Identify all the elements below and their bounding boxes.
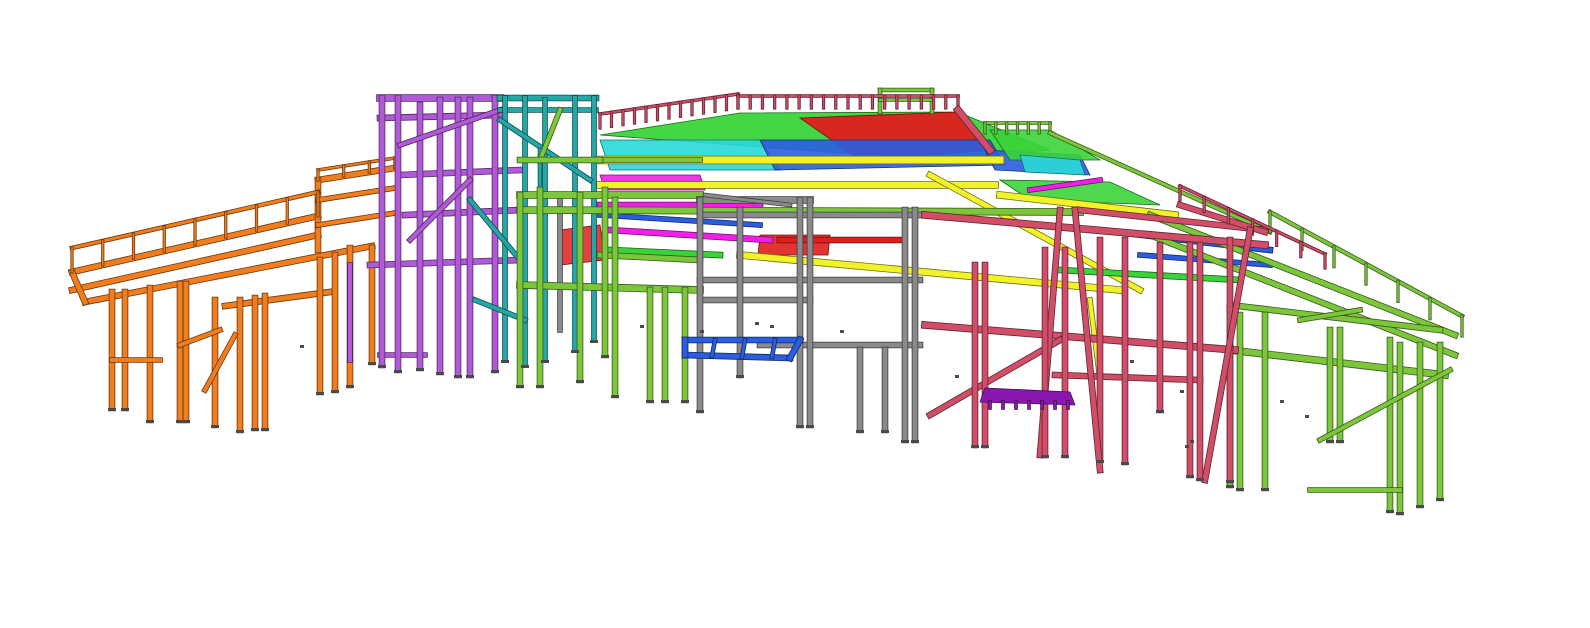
base-plate [491,370,499,373]
base-plate [971,445,979,448]
base-plate [416,368,424,371]
base-plate [901,440,909,443]
base-plate [1186,475,1194,478]
base-plate [454,375,462,378]
base-plate [646,400,654,403]
base-plate [1121,462,1129,465]
structural-steel-3d-view [0,0,1590,628]
base-plate [1096,460,1104,463]
green-beam [1056,266,1244,284]
anchor-bolt [770,325,774,328]
orange-member-face [202,332,238,393]
base-plate [736,375,744,378]
blue-platform-joist [769,337,778,360]
anchor-bolt [300,345,304,348]
base-plate [516,385,524,388]
base-plate [1226,485,1234,488]
base-plate [236,430,244,433]
anchor-bolt [955,375,959,378]
base-plate [108,408,116,411]
base-plate [251,428,259,431]
base-plate [368,362,376,365]
base-plate [881,430,889,433]
blue-platform-joist [709,337,718,359]
anchor-bolt [1305,415,1309,418]
base-plate [182,420,190,423]
base-plate [1156,410,1164,413]
anchor-bolt [1185,445,1189,448]
base-plate [601,355,609,358]
crimson-girder [920,210,1270,250]
base-plate [981,445,989,448]
cyan-roof-deck [599,139,781,171]
anchor-bolt [1190,440,1194,443]
base-plate [806,425,814,428]
base-plate [590,340,598,343]
base-plate [1326,440,1334,443]
base-plate [331,390,339,393]
base-plate [1261,488,1269,491]
steel-frame-model [67,87,1466,516]
base-plate [681,400,689,403]
base-plate [1226,480,1234,483]
lime-member-face [1146,231,1459,359]
green-member-face [1057,267,1243,283]
base-plate [394,370,402,373]
base-plate [466,375,474,378]
base-plate [1416,505,1424,508]
blue-platform-joist [739,337,748,360]
base-plate [1336,440,1344,443]
base-plate [436,372,444,375]
crimson-member-face [921,211,1269,249]
base-plate [536,385,544,388]
base-plate [541,360,549,363]
base-plate [856,430,864,433]
base-plate [576,380,584,383]
anchor-bolt [840,330,844,333]
base-plate [1436,498,1444,501]
base-plate [316,392,324,395]
base-plate [1396,512,1404,515]
base-plate [378,365,386,368]
base-plate [501,360,509,363]
base-plate [661,400,669,403]
base-plate [796,425,804,428]
base-plate [1196,478,1204,481]
base-plate [261,428,269,431]
base-plate [1386,510,1394,513]
anchor-bolt [700,330,704,333]
lime-east-girder [1145,230,1460,360]
base-plate [211,425,219,428]
base-plate [1236,488,1244,491]
magenta-member-face [607,227,773,243]
magenta-beam [606,226,774,244]
base-plate [346,385,354,388]
base-plate [121,408,129,411]
base-plate [1061,455,1069,458]
blue-roof-deck [759,139,1006,171]
lime-girder [516,281,704,294]
base-plate [146,420,154,423]
anchor-bolt [640,325,644,328]
orange-brace [201,331,239,394]
base-plate [696,410,704,413]
anchor-bolt [1180,390,1184,393]
anchor-bolt [755,322,759,325]
anchor-bolt [1280,400,1284,403]
base-plate [611,395,619,398]
base-plate [911,440,919,443]
base-plate [1041,455,1049,458]
base-plate [521,365,529,368]
base-plate [571,350,579,353]
anchor-bolt [1130,360,1134,363]
